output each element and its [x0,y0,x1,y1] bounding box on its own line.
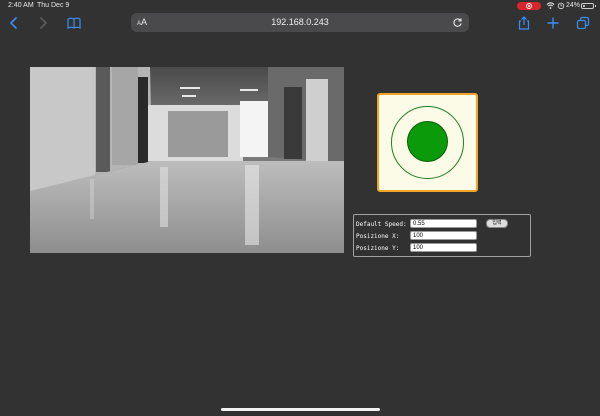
default-speed-input[interactable]: 0.55 [410,219,477,228]
status-time: 2:40 AM [8,2,34,9]
position-x-input[interactable]: 100 [410,231,477,240]
bookmarks-icon[interactable] [67,16,81,30]
new-tab-icon[interactable] [546,16,560,30]
submit-button[interactable]: 입력 [486,219,508,228]
position-y-label: Posizione Y: [356,245,400,252]
position-y-input[interactable]: 100 [410,243,477,252]
address-bar[interactable]: AA 192.168.0.243 [131,13,469,32]
battery-percentage: 24% [566,2,581,9]
back-icon[interactable] [7,16,21,30]
screen-recording-icon[interactable] [517,2,541,10]
joystick-ring[interactable] [391,106,464,179]
browser-toolbar: AA 192.168.0.243 [0,12,600,36]
wifi-icon [546,2,555,9]
reload-icon[interactable] [452,17,463,28]
controls-panel: Default Speed: 0.55 입력 Posizione X: 100 … [353,214,531,257]
position-x-label: Posizione X: [356,233,400,240]
tabs-icon[interactable] [576,16,590,30]
alarm-icon [557,2,565,10]
joystick-panel[interactable] [377,93,478,192]
battery-icon [581,3,594,9]
status-date: Thu Dec 9 [37,2,70,9]
status-bar: 2:40 AM Thu Dec 9 24% [0,0,600,12]
default-speed-label: Default Speed: [356,221,407,228]
share-icon[interactable] [517,16,531,30]
joystick-knob[interactable] [407,121,448,162]
home-indicator[interactable] [221,408,380,411]
camera-feed-image [30,67,344,253]
url-text[interactable]: 192.168.0.243 [131,17,469,27]
forward-icon[interactable] [36,16,50,30]
